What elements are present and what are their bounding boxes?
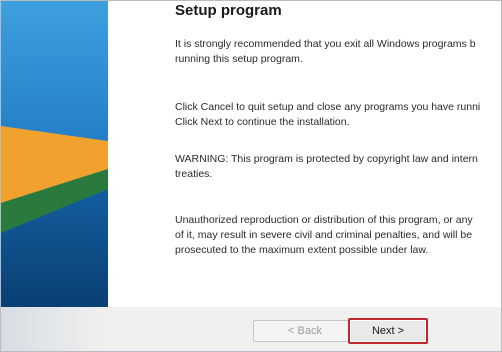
back-button[interactable]: < Back xyxy=(253,320,357,342)
legal-notice-text: Unauthorized reproduction or distributio… xyxy=(175,214,473,256)
button-bar: < Back Next > xyxy=(1,307,501,351)
recommendation-text: It is strongly recommended that you exit… xyxy=(175,38,476,65)
setup-wizard-window: Setup program It is strongly recommended… xyxy=(0,0,502,352)
copyright-warning-text: WARNING: This program is protected by co… xyxy=(175,153,478,180)
button-bar-shade xyxy=(1,307,108,351)
next-button[interactable]: Next > xyxy=(348,318,428,344)
page-title: Setup program xyxy=(175,2,282,19)
wizard-content: Setup program It is strongly recommended… xyxy=(108,1,501,307)
wizard-side-graphic xyxy=(1,1,108,307)
instructions-text: Click Cancel to quit setup and close any… xyxy=(175,101,481,128)
banner-graphic xyxy=(1,1,108,307)
